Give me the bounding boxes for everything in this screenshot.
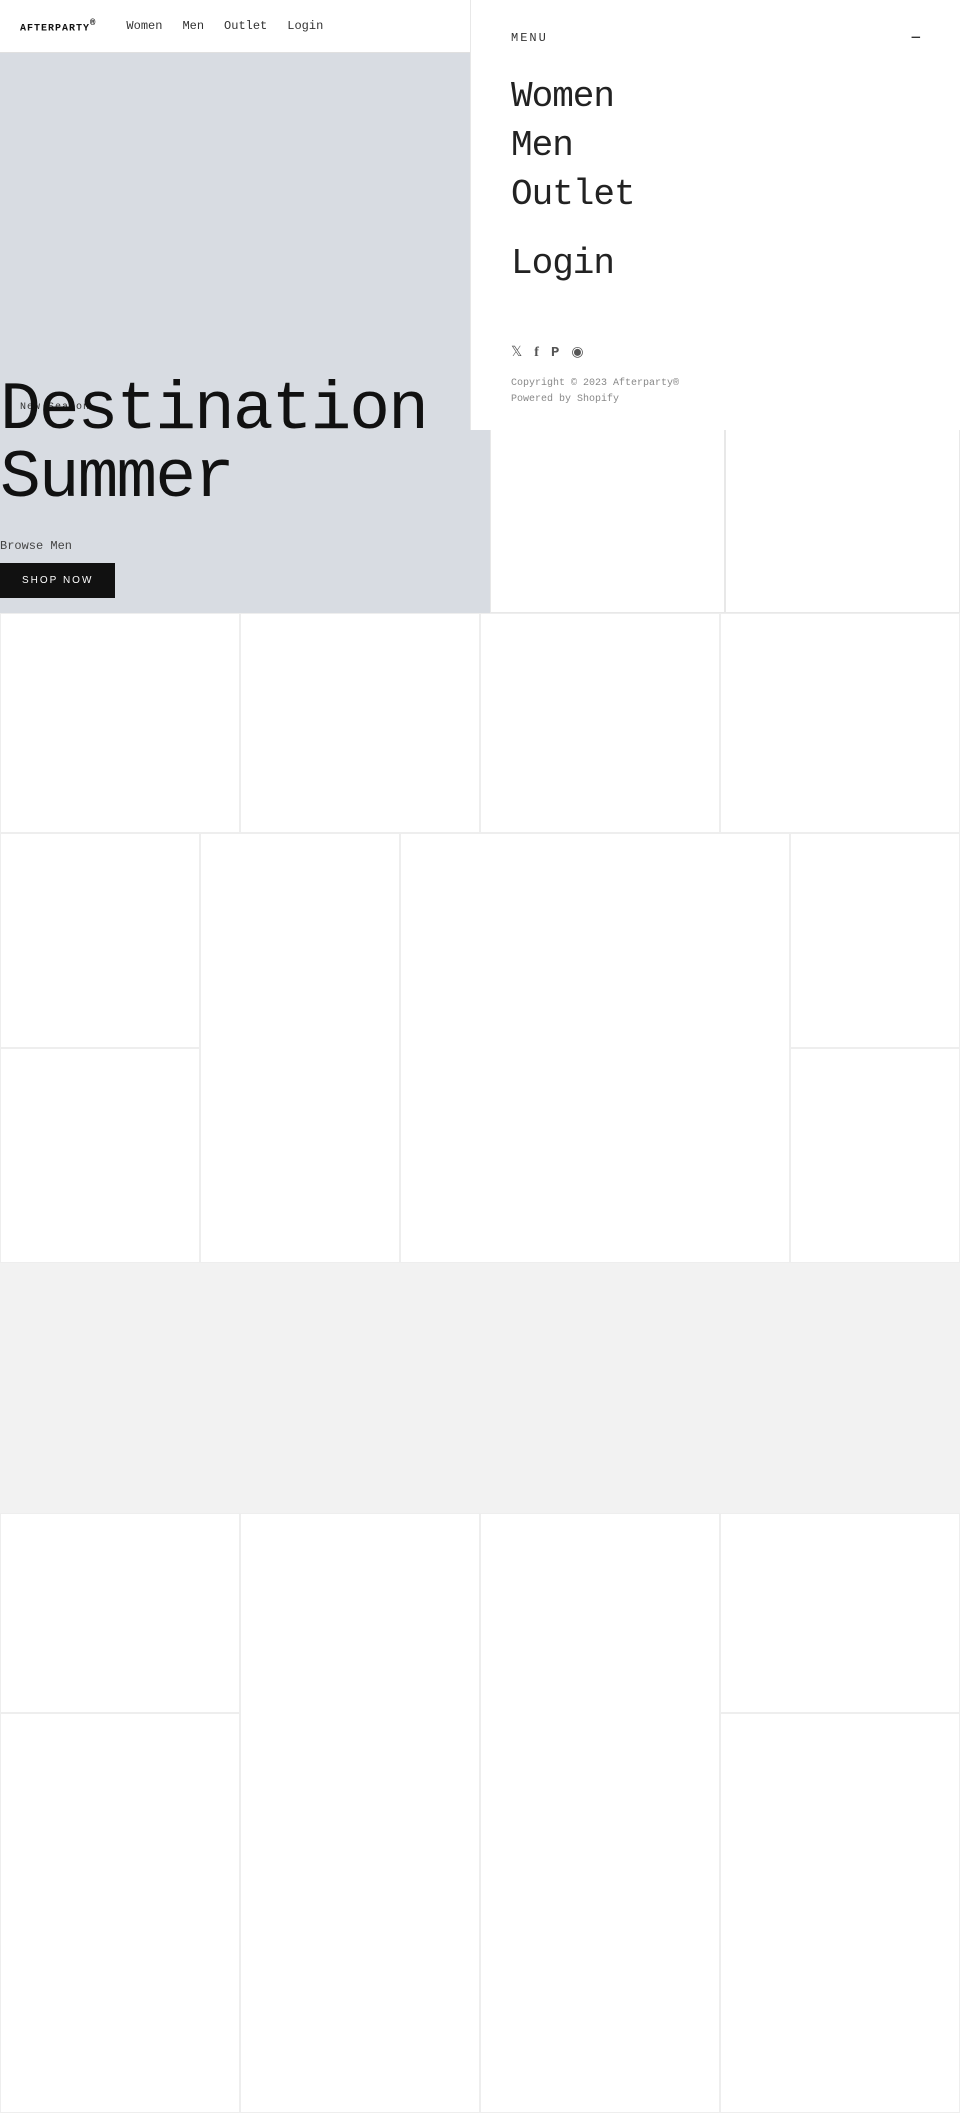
bottom-cell-6[interactable] bbox=[720, 1713, 960, 2113]
menu-header: MENU — bbox=[511, 30, 920, 46]
hero-container: New Season Destination Summer Browse Men… bbox=[0, 53, 490, 613]
nav-outlet[interactable]: Outlet bbox=[224, 19, 267, 33]
product-cell-4[interactable] bbox=[720, 613, 960, 833]
bottom-cell-5[interactable] bbox=[0, 1713, 240, 2113]
hero-title-line2: Summer bbox=[0, 445, 427, 513]
menu-item-women[interactable]: Women bbox=[511, 76, 920, 117]
menu-item-outlet[interactable]: Outlet bbox=[511, 174, 920, 215]
bottom-cell-1[interactable] bbox=[0, 1513, 240, 1713]
cg-cell-4[interactable] bbox=[790, 833, 960, 1048]
menu-social: 𝕏 f P ◉ bbox=[511, 344, 920, 361]
cg-cell-3-tall[interactable] bbox=[400, 833, 790, 1263]
cg-cell-5[interactable] bbox=[0, 1048, 200, 1263]
menu-footer: Copyright © 2023 Afterparty® Powered by … bbox=[511, 376, 920, 408]
bottom-cell-4[interactable] bbox=[720, 1513, 960, 1713]
menu-item-login[interactable]: Login bbox=[511, 243, 920, 284]
hero-subtitle: Browse Men bbox=[0, 539, 72, 553]
cg-cell-1[interactable] bbox=[0, 833, 200, 1048]
facebook-icon[interactable]: f bbox=[534, 345, 539, 361]
menu-overlay: MENU — Women Men Outlet Login 𝕏 f P ◉ Co… bbox=[470, 0, 960, 430]
pinterest-icon[interactable]: P bbox=[551, 345, 559, 361]
nav-women[interactable]: Women bbox=[126, 19, 162, 33]
bottom-cell-2-tall[interactable] bbox=[240, 1513, 480, 2113]
product-cell-3[interactable] bbox=[480, 613, 720, 833]
menu-close-icon[interactable]: — bbox=[912, 30, 920, 46]
powered-text: Powered by Shopify bbox=[511, 392, 920, 408]
copyright-text: Copyright © 2023 Afterparty® bbox=[511, 376, 920, 392]
bottom-cell-3-tall[interactable] bbox=[480, 1513, 720, 2113]
gray-band bbox=[0, 1263, 960, 1513]
twitter-icon[interactable]: 𝕏 bbox=[511, 344, 522, 361]
logo-text: AFTERPARTY bbox=[20, 23, 90, 34]
hero-title-line1: Destination bbox=[0, 377, 427, 445]
cg-cell-2-tall[interactable] bbox=[200, 833, 400, 1263]
menu-item-men[interactable]: Men bbox=[511, 125, 920, 166]
nav-men[interactable]: Men bbox=[182, 19, 204, 33]
product-cell-2[interactable] bbox=[240, 613, 480, 833]
product-grid-row1 bbox=[0, 613, 960, 833]
logo[interactable]: AFTERPARTY® bbox=[20, 18, 96, 34]
cg-cell-6[interactable] bbox=[790, 1048, 960, 1263]
bottom-grid bbox=[0, 1513, 960, 2113]
logo-symbol: ® bbox=[90, 18, 96, 28]
menu-label: MENU bbox=[511, 31, 548, 45]
menu-nav-items: Women Men Outlet Login bbox=[511, 76, 920, 284]
shop-now-button[interactable]: SHOP NOW bbox=[0, 563, 115, 598]
product-cell-1[interactable] bbox=[0, 613, 240, 833]
instagram-icon[interactable]: ◉ bbox=[571, 344, 583, 361]
hero-title: Destination Summer bbox=[0, 377, 427, 513]
nav-login[interactable]: Login bbox=[287, 19, 323, 33]
complex-grid bbox=[0, 833, 960, 1263]
